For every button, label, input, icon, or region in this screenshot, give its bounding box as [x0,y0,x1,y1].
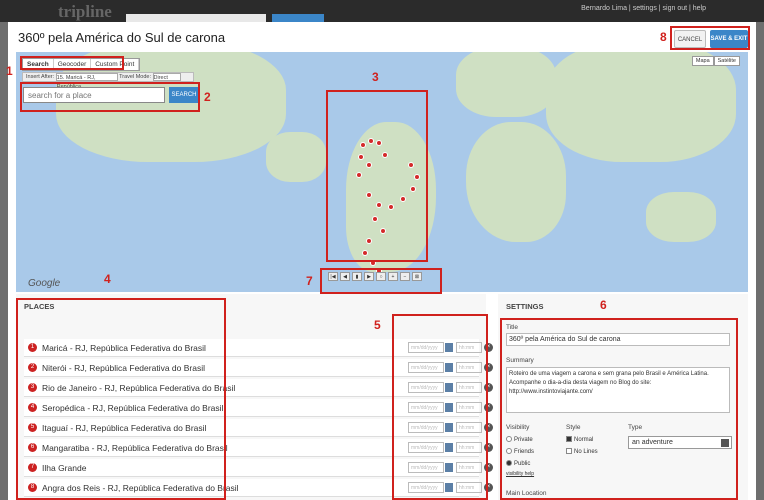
europe-land [456,52,556,117]
annotation-box-7 [320,268,442,294]
settings-header: SETTINGS [506,302,544,311]
insert-after-select[interactable]: 15. Maricá - RJ, República [55,73,118,90]
annotation-box-6 [500,318,738,500]
map-type-satellite[interactable]: Satélite [713,56,740,66]
callout-7: 7 [306,274,313,288]
travel-mode-label: Travel Mode: [119,74,151,80]
top-search-input[interactable] [126,14,266,22]
callout-6: 6 [600,298,607,312]
user-links[interactable]: Bernardo Lima | settings | sign out | he… [581,5,706,12]
callout-8: 8 [660,30,667,44]
callout-1: 1 [6,64,13,78]
callout-5: 5 [374,318,381,332]
map-type-map[interactable]: Mapa [691,56,714,66]
callout-4: 4 [104,272,111,286]
dialog-title: 360º pela América do Sul de carona [18,30,226,45]
insert-options: Insert After: 15. Maricá - RJ, República… [22,72,194,90]
insert-after-label: Insert After: [26,74,55,80]
annotation-box-3 [326,90,428,262]
top-search-button[interactable] [272,14,324,22]
annotation-box-1 [20,56,124,70]
callout-2: 2 [204,90,211,104]
annotation-box-8 [670,26,750,50]
asia-land [546,52,736,162]
annotation-box-2 [20,82,200,112]
top-bar: tripline Bernardo Lima | settings | sign… [0,0,764,22]
central-america-land [266,132,326,182]
map-type-switch: Mapa Satélite [691,56,740,66]
callout-3: 3 [372,70,379,84]
annotation-box-5 [392,314,488,500]
africa-land [466,122,566,242]
edit-trip-dialog: 360º pela América do Sul de carona CANCE… [6,22,756,500]
australia-land [646,192,716,242]
app-logo[interactable]: tripline [58,2,112,22]
travel-mode-select[interactable]: Direct [152,73,181,81]
annotation-box-4 [16,298,226,500]
google-logo: Google [28,278,61,289]
